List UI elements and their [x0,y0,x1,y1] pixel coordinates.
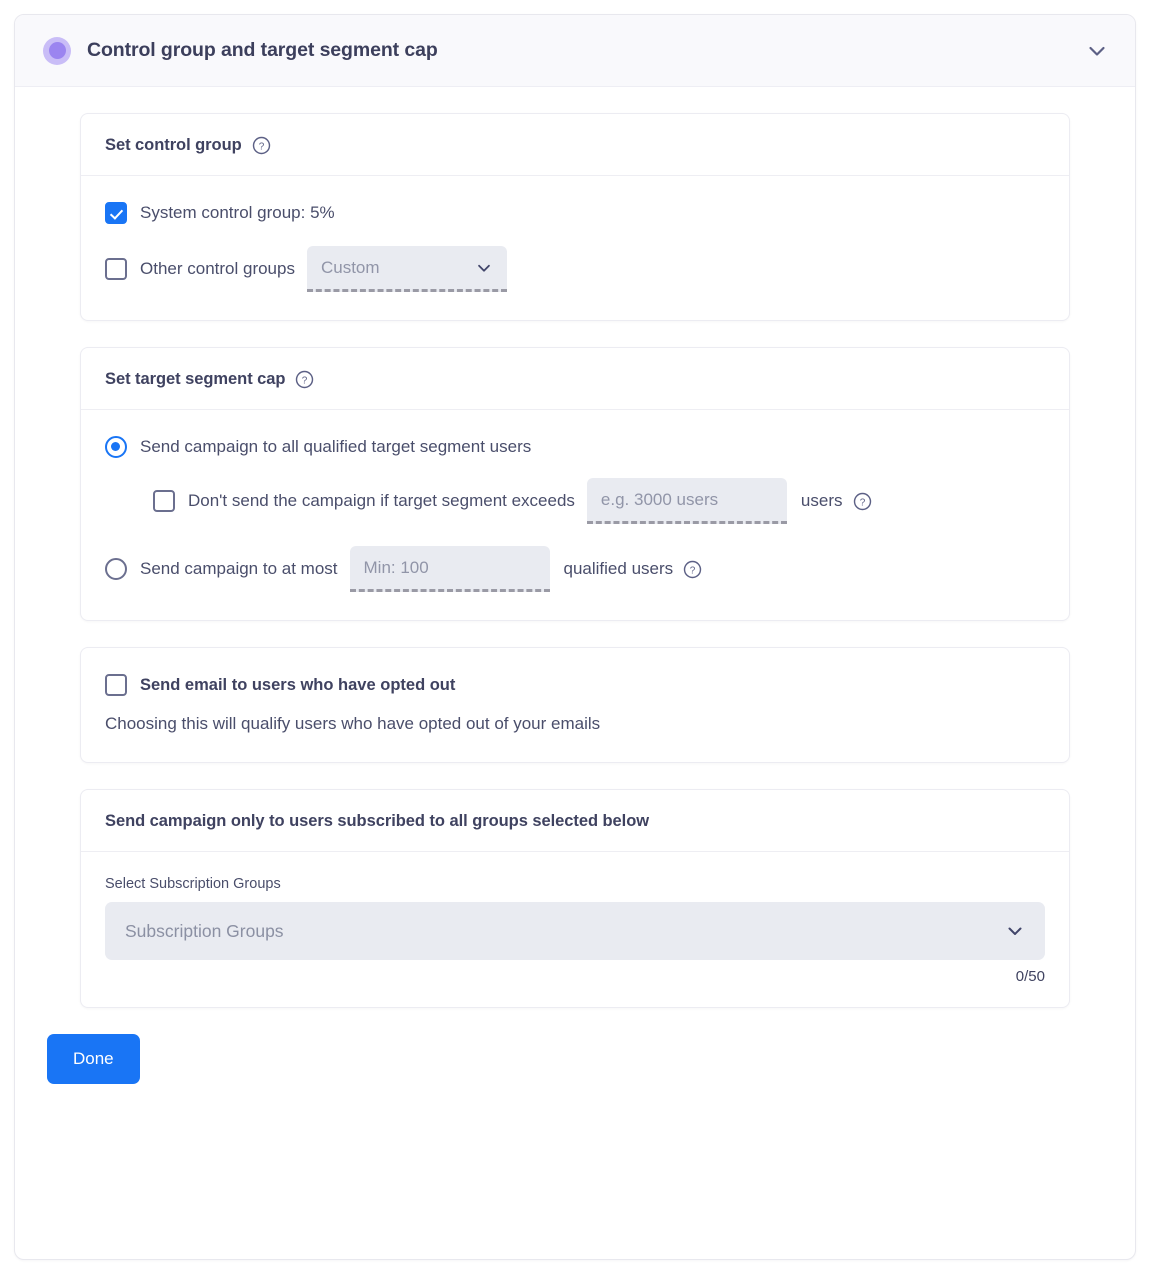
subscription-groups-counter: 0/50 [1015,968,1045,985]
other-control-groups-checkbox[interactable] [105,258,127,280]
subscription-groups-select-value: Subscription Groups [125,920,284,941]
set-target-segment-cap-title: Set target segment cap [105,370,286,388]
opted-out-content: Send email to users who have opted out C… [81,648,1069,762]
help-circle-icon[interactable]: ? [295,370,314,389]
other-control-groups-select[interactable]: Custom [306,246,507,292]
other-control-groups-select-value: Custom [320,257,380,277]
system-control-group-row[interactable]: System control group: 5% [105,202,1045,224]
opted-out-label: Send email to users who have opted out [140,675,456,694]
panel-footer: Done [15,1008,1135,1084]
done-button[interactable]: Done [47,1034,140,1084]
set-control-group-title: Set control group [105,136,242,154]
other-control-groups-row: Other control groups Custom [105,246,1045,292]
chevron-down-icon [457,259,493,277]
set-target-segment-cap-card: Set target segment cap ? Send campaign t… [80,347,1070,621]
set-target-segment-cap-content: Send campaign to all qualified target se… [81,410,1069,620]
panel-body: Set control group ? System control group… [15,113,1135,1084]
help-circle-icon[interactable]: ? [252,136,271,155]
set-control-group-content: System control group: 5% Other control g… [81,176,1069,320]
help-circle-icon[interactable]: ? [853,492,872,511]
exceed-limit-checkbox[interactable] [153,490,175,512]
send-at-most-radio[interactable] [105,558,127,580]
exceed-limit-row: Don't send the campaign if target segmen… [153,478,1045,524]
subscription-groups-title: Send campaign only to users subscribed t… [105,812,650,830]
page-title: Control group and target segment cap [87,39,438,61]
help-circle-icon[interactable]: ? [683,560,702,579]
panel-header[interactable]: Control group and target segment cap [15,15,1135,87]
chevron-down-icon[interactable] [1085,39,1109,63]
send-at-most-input[interactable] [349,546,550,592]
svg-text:?: ? [258,141,264,152]
subscription-groups-header: Send campaign only to users subscribed t… [81,790,1069,852]
exceed-limit-input[interactable] [586,478,787,524]
subscription-groups-content: Select Subscription Groups Subscription … [81,852,1069,1007]
system-control-group-checkbox[interactable] [105,202,127,224]
send-all-qualified-row[interactable]: Send campaign to all qualified target se… [105,436,1045,458]
subscription-groups-field-label: Select Subscription Groups [105,876,281,892]
system-control-group-label: System control group: 5% [140,203,335,222]
status-dot-icon [43,36,71,65]
exceed-limit-label: Don't send the campaign if target segmen… [188,491,575,510]
subscription-groups-card: Send campaign only to users subscribed t… [80,789,1070,1008]
svg-text:?: ? [302,375,308,386]
opted-out-row[interactable]: Send email to users who have opted out [105,674,1045,696]
svg-text:?: ? [690,565,696,576]
send-at-most-row: Send campaign to at most qualified users… [105,546,1045,592]
other-control-groups-label: Other control groups [140,259,295,278]
subscription-groups-select[interactable]: Subscription Groups [105,902,1045,960]
exceed-limit-suffix: users [800,491,843,510]
control-group-panel: Control group and target segment cap Set… [14,14,1136,1260]
set-target-segment-cap-header: Set target segment cap ? [81,348,1069,410]
set-control-group-header: Set control group ? [81,114,1069,176]
opted-out-checkbox[interactable] [105,674,127,696]
send-all-qualified-radio[interactable] [105,436,127,458]
chevron-down-icon [1005,921,1025,941]
opted-out-description: Choosing this will qualify users who hav… [105,714,601,733]
svg-text:?: ? [859,497,865,508]
send-all-qualified-label: Send campaign to all qualified target se… [140,437,532,456]
send-at-most-label: Send campaign to at most [140,559,338,578]
set-control-group-card: Set control group ? System control group… [80,113,1070,321]
send-at-most-suffix: qualified users [563,559,674,578]
opted-out-card: Send email to users who have opted out C… [80,647,1070,763]
